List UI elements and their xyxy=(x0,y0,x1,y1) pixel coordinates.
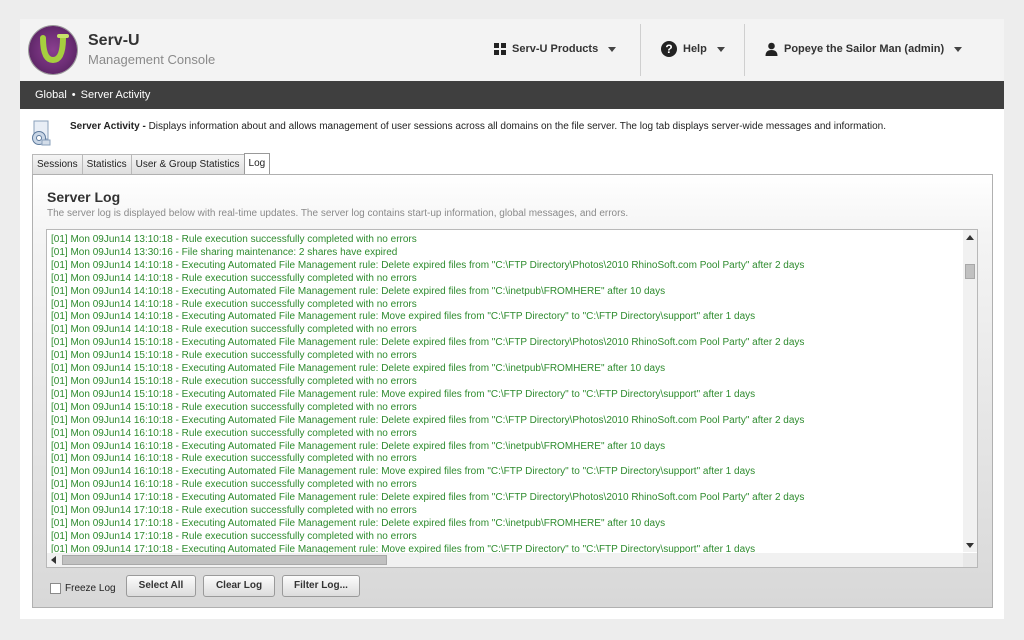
log-line: [01] Mon 09Jun14 16:10:18 - Executing Au… xyxy=(51,440,666,452)
tab-user-group-statistics[interactable]: User & Group Statistics xyxy=(130,154,245,174)
serv-u-logo[interactable] xyxy=(29,26,77,74)
filter-log-button[interactable]: Filter Log... xyxy=(282,575,360,597)
log-line: [01] Mon 09Jun14 14:10:18 - Rule executi… xyxy=(51,324,417,336)
scroll-down-icon[interactable] xyxy=(966,543,974,548)
log-line: [01] Mon 09Jun14 16:10:18 - Rule executi… xyxy=(51,427,417,439)
app-title: Serv-U xyxy=(88,32,140,49)
app-subtitle: Management Console xyxy=(88,52,216,67)
freeze-log-control[interactable]: Freeze Log xyxy=(50,583,116,594)
tab-log[interactable]: Log xyxy=(243,153,271,175)
log-line: [01] Mon 09Jun14 13:10:18 - Rule executi… xyxy=(51,234,417,245)
user-menu[interactable]: Popeye the Sailor Man (admin) xyxy=(765,38,963,60)
log-line: [01] Mon 09Jun14 15:10:18 - Executing Au… xyxy=(51,337,805,349)
description-text: Displays information about and allows ma… xyxy=(148,121,886,132)
description-title: Server Activity - xyxy=(70,121,146,132)
tab-bar: Sessions Statistics User & Group Statist… xyxy=(32,153,271,175)
clear-log-button[interactable]: Clear Log xyxy=(203,575,275,597)
tab-statistics[interactable]: Statistics xyxy=(81,154,132,174)
chevron-down-icon xyxy=(716,46,725,52)
log-line: [01] Mon 09Jun14 15:10:18 - Executing Au… xyxy=(51,388,756,400)
scroll-up-icon[interactable] xyxy=(966,235,974,240)
log-lines: [01] Mon 09Jun14 13:10:18 - Rule executi… xyxy=(51,234,804,557)
page-description: Server Activity - Displays information a… xyxy=(70,121,970,132)
products-menu-label: Serv-U Products xyxy=(512,43,599,55)
log-line: [01] Mon 09Jun14 17:10:18 - Executing Au… xyxy=(51,492,805,504)
horizontal-scrollbar[interactable] xyxy=(47,553,965,567)
tab-sessions[interactable]: Sessions xyxy=(32,154,83,174)
log-line: [01] Mon 09Jun14 17:10:18 - Rule executi… xyxy=(51,505,417,517)
server-log-box[interactable]: [01] Mon 09Jun14 13:10:18 - Rule executi… xyxy=(46,229,978,568)
freeze-log-checkbox[interactable] xyxy=(50,583,61,594)
log-line: [01] Mon 09Jun14 15:10:18 - Rule executi… xyxy=(51,375,417,387)
header-divider xyxy=(640,24,641,76)
breadcrumb-separator: • xyxy=(71,89,76,101)
app-window: Serv-U Management Console Serv-U Product… xyxy=(20,19,1004,619)
log-panel-subtitle: The server log is displayed below with r… xyxy=(47,208,629,219)
freeze-log-label: Freeze Log xyxy=(65,583,116,594)
header-divider xyxy=(744,24,745,76)
log-line: [01] Mon 09Jun14 17:10:18 - Rule executi… xyxy=(51,530,417,542)
log-panel: Server Log The server log is displayed b… xyxy=(32,174,993,608)
log-line: [01] Mon 09Jun14 14:10:18 - Executing Au… xyxy=(51,311,756,323)
vertical-scrollbar[interactable] xyxy=(963,230,977,552)
log-line: [01] Mon 09Jun14 15:10:18 - Executing Au… xyxy=(51,363,666,375)
log-line: [01] Mon 09Jun14 14:10:18 - Rule executi… xyxy=(51,272,417,284)
user-icon xyxy=(765,42,778,56)
log-panel-title: Server Log xyxy=(47,189,121,205)
help-menu-label: Help xyxy=(683,43,707,55)
breadcrumb: Global • Server Activity xyxy=(20,81,1004,109)
help-menu[interactable]: ? Help xyxy=(661,38,725,60)
scrollbar-corner xyxy=(963,553,977,567)
products-menu[interactable]: Serv-U Products xyxy=(494,38,617,60)
chevron-down-icon xyxy=(608,46,617,52)
log-line: [01] Mon 09Jun14 16:10:18 - Executing Au… xyxy=(51,466,756,478)
horizontal-scroll-thumb[interactable] xyxy=(62,555,387,565)
log-line: [01] Mon 09Jun14 13:30:16 - File sharing… xyxy=(51,246,398,258)
vertical-scroll-thumb[interactable] xyxy=(965,264,975,279)
question-circle-icon: ? xyxy=(661,41,677,57)
log-line: [01] Mon 09Jun14 15:10:18 - Rule executi… xyxy=(51,401,417,413)
log-line: [01] Mon 09Jun14 14:10:18 - Executing Au… xyxy=(51,285,666,297)
grid-icon xyxy=(494,43,506,55)
log-line: [01] Mon 09Jun14 16:10:18 - Executing Au… xyxy=(51,414,805,426)
select-all-button[interactable]: Select All xyxy=(126,575,196,597)
breadcrumb-item-server-activity: Server Activity xyxy=(80,89,151,101)
chevron-down-icon xyxy=(954,46,963,52)
log-line: [01] Mon 09Jun14 17:10:18 - Executing Au… xyxy=(51,517,666,529)
log-line: [01] Mon 09Jun14 14:10:18 - Executing Au… xyxy=(51,259,805,271)
server-gear-icon xyxy=(32,120,51,146)
log-line: [01] Mon 09Jun14 14:10:18 - Rule executi… xyxy=(51,298,417,310)
log-line: [01] Mon 09Jun14 15:10:18 - Rule executi… xyxy=(51,350,417,362)
top-header: Serv-U Management Console Serv-U Product… xyxy=(20,19,1004,82)
log-line: [01] Mon 09Jun14 16:10:18 - Rule executi… xyxy=(51,453,417,465)
breadcrumb-item-global[interactable]: Global xyxy=(35,89,67,101)
user-menu-label: Popeye the Sailor Man (admin) xyxy=(784,43,945,55)
log-line: [01] Mon 09Jun14 16:10:18 - Rule executi… xyxy=(51,479,417,491)
scroll-left-icon[interactable] xyxy=(51,556,56,564)
